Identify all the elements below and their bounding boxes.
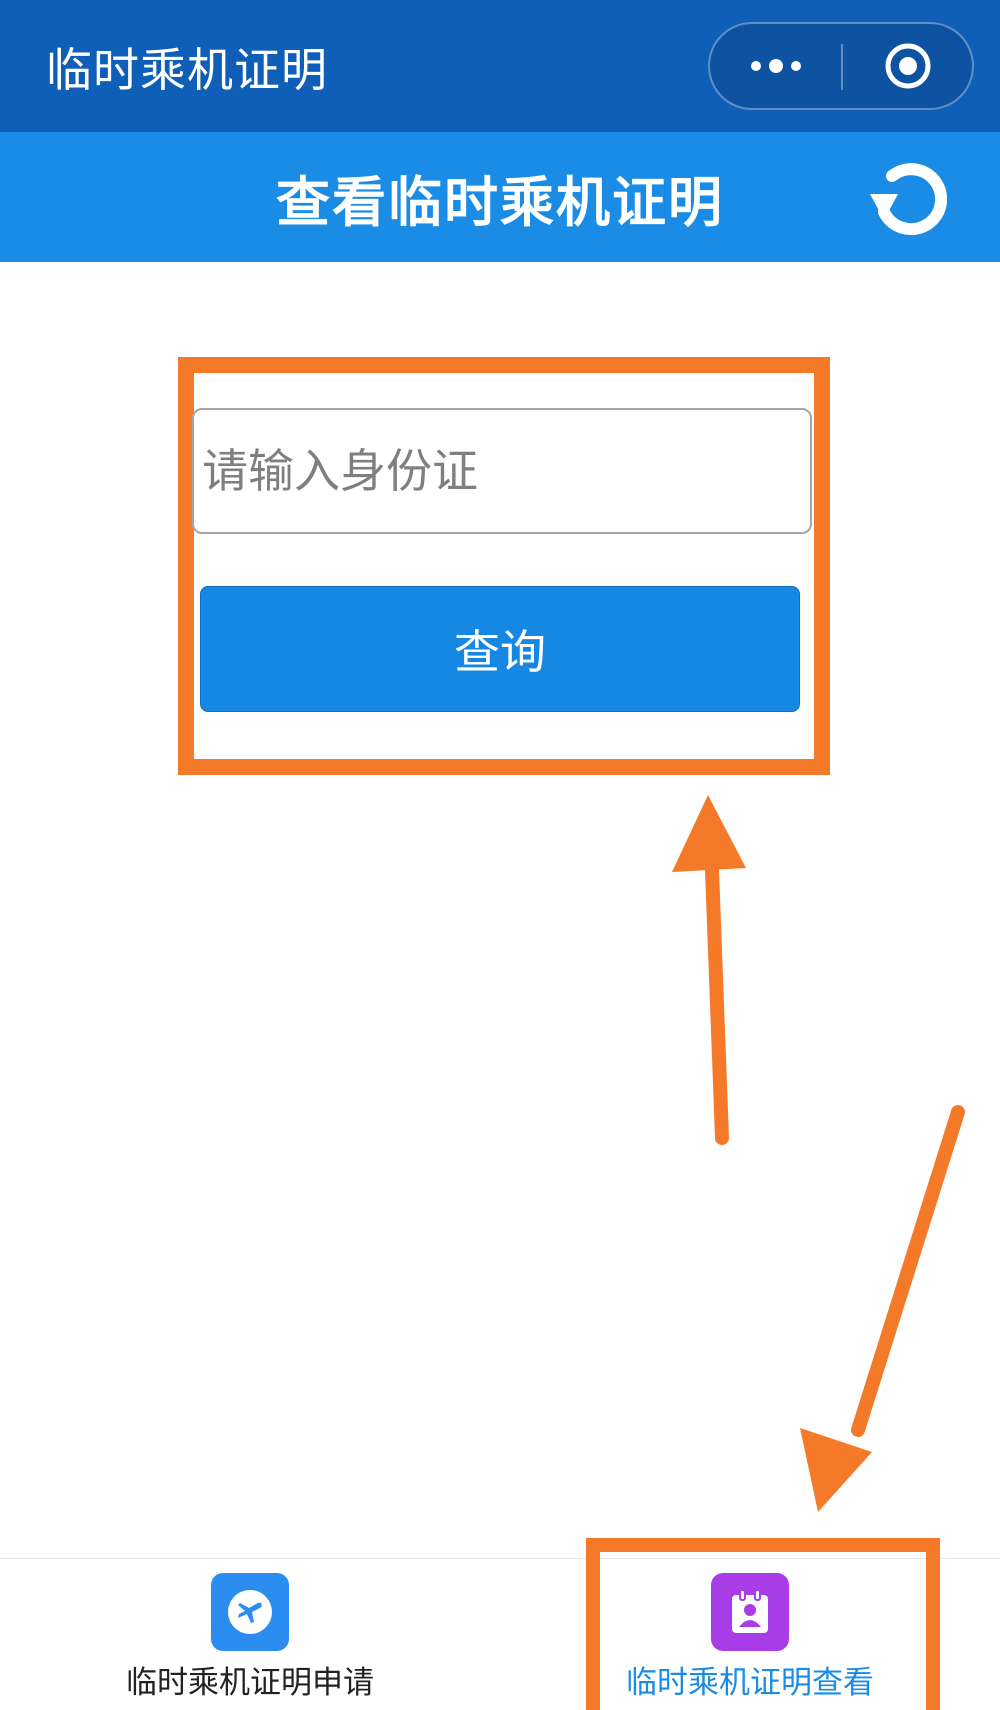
id-number-input[interactable]	[192, 408, 812, 534]
mini-program-capsule	[708, 22, 974, 110]
tab-apply-label: 临时乘机证明申请	[126, 1665, 374, 1701]
tab-apply-certificate[interactable]: 临时乘机证明申请	[90, 1559, 410, 1710]
tab-highlight-annotation	[586, 1538, 940, 1710]
airplane-icon	[211, 1573, 289, 1651]
more-button[interactable]	[710, 24, 842, 108]
page-title: 查看临时乘机证明	[276, 170, 724, 234]
arrow-to-tab	[800, 1105, 965, 1512]
refresh-button[interactable]	[862, 152, 954, 244]
arrow-to-form	[672, 795, 746, 1145]
more-dots-icon	[751, 59, 801, 73]
target-close-icon	[885, 43, 931, 89]
close-button[interactable]	[843, 24, 973, 108]
window-title-bar: 临时乘机证明	[0, 0, 1000, 132]
app-title: 临时乘机证明	[46, 43, 328, 97]
refresh-icon	[870, 163, 948, 236]
query-button[interactable]: 查询	[200, 586, 800, 712]
page-header: 查看临时乘机证明	[0, 132, 1000, 262]
